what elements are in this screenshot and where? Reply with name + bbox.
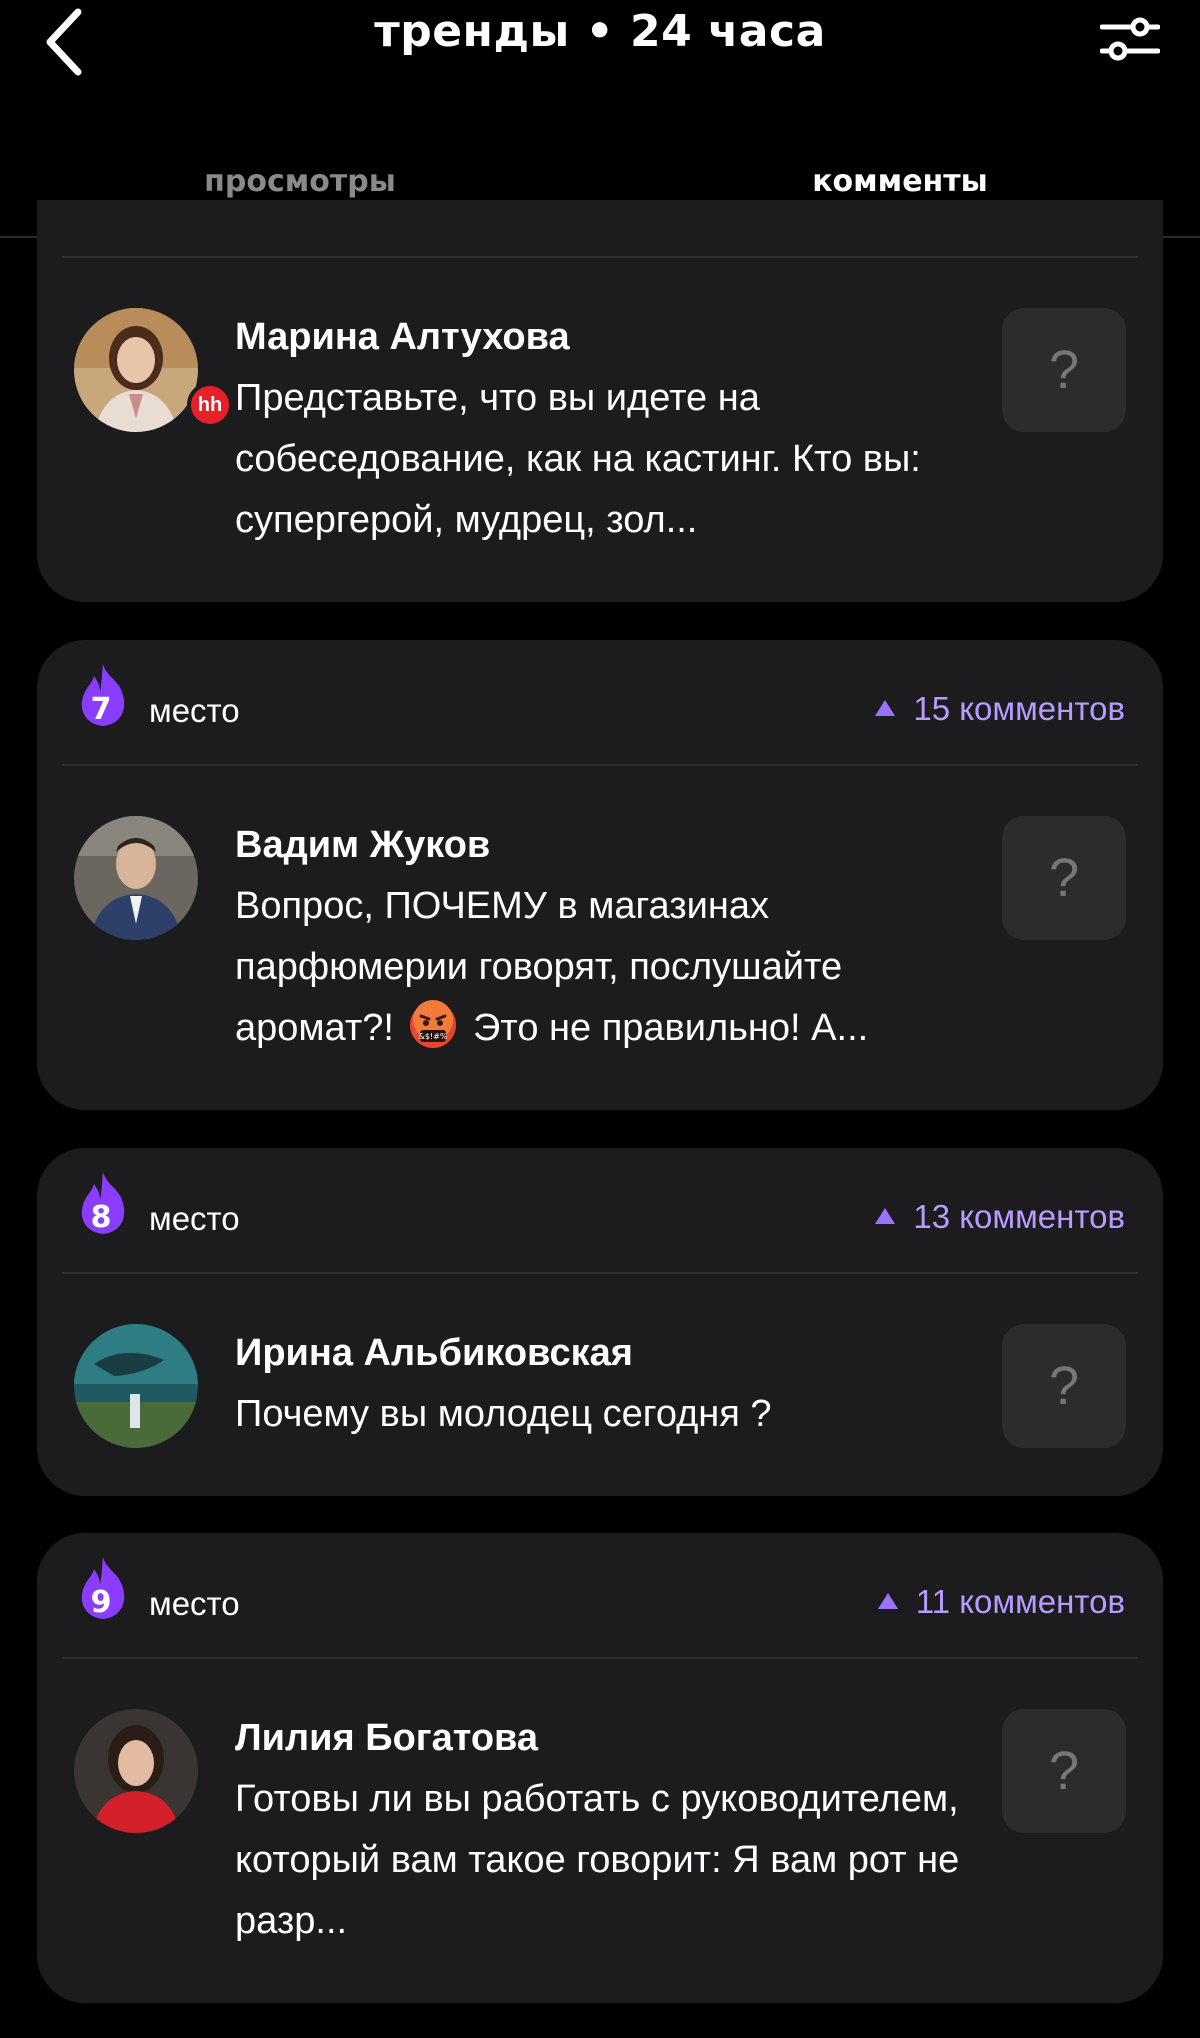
comment-text: Представьте, что вы идете на собеседован… [235,377,921,541]
author-name[interactable]: Ирина Альбиковская [235,1332,633,1375]
avatar[interactable] [74,1709,198,1833]
tab-comments[interactable]: комменты [620,164,1180,199]
rank-number: 8 [90,1200,112,1235]
card-divider [62,1657,1138,1659]
place-label: место [149,1585,240,1622]
question-button[interactable]: ? [1002,308,1126,432]
triangle-up-icon [875,1208,896,1224]
avatar[interactable] [74,1324,198,1448]
author-name[interactable]: Лилия Богатова [235,1717,538,1760]
comment-text: Готовы ли вы работать с руководителем, к… [235,1778,960,1942]
question-button[interactable]: ? [1002,1324,1126,1448]
comment-text: Вопрос, ПОЧЕМУ в магазинах парфюмерии го… [235,885,869,1049]
author-name[interactable]: Вадим Жуков [235,824,490,867]
rank-number: 9 [90,1585,112,1620]
card-divider [62,1272,1138,1274]
trend-card[interactable]: hh Марина Алтухова Представьте, что вы и… [37,200,1163,602]
top-bar: тренды • 24 часа [0,0,1200,90]
trend-card[interactable]: 9 место 11 комментов Лилия Богатова Гото… [37,1533,1163,2003]
tab-views[interactable]: просмотры [20,164,580,199]
place-label: место [149,692,240,729]
author-name[interactable]: Марина Алтухова [235,316,570,359]
filter-button[interactable] [1099,14,1161,64]
avatar[interactable] [74,308,198,432]
sliders-icon [1099,17,1161,61]
trend-card[interactable]: 7 место 15 комментов Вадим Жуков Вопрос,… [37,640,1163,1110]
comment-count: 13 комментов [875,1198,1125,1236]
angry-face-with-symbols-icon: &$!#% [410,1000,457,1048]
triangle-up-icon [877,1593,898,1609]
avatar[interactable] [74,816,198,940]
card-header: 9 место 11 комментов [37,1533,1163,1653]
rank-number: 7 [90,692,112,727]
card-header: 8 место 13 комментов [37,1148,1163,1268]
trend-card[interactable]: 8 место 13 комментов Ирина Альбиковская … [37,1148,1163,1496]
triangle-up-icon [875,700,896,716]
question-button[interactable]: ? [1002,1709,1126,1833]
card-divider [62,256,1138,258]
comment-text: Почему вы молодец сегодня ? [235,1393,772,1435]
hh-badge: hh [187,382,233,428]
page-title: тренды • 24 часа [374,6,826,57]
question-button[interactable]: ? [1002,816,1126,940]
card-divider [62,764,1138,766]
card-header: 7 место 15 комментов [37,640,1163,760]
svg-text:&$!#%: &$!#% [419,1032,448,1041]
comment-count: 15 комментов [875,690,1125,728]
place-label: место [149,1200,240,1237]
comment-count: 11 комментов [877,1583,1125,1621]
